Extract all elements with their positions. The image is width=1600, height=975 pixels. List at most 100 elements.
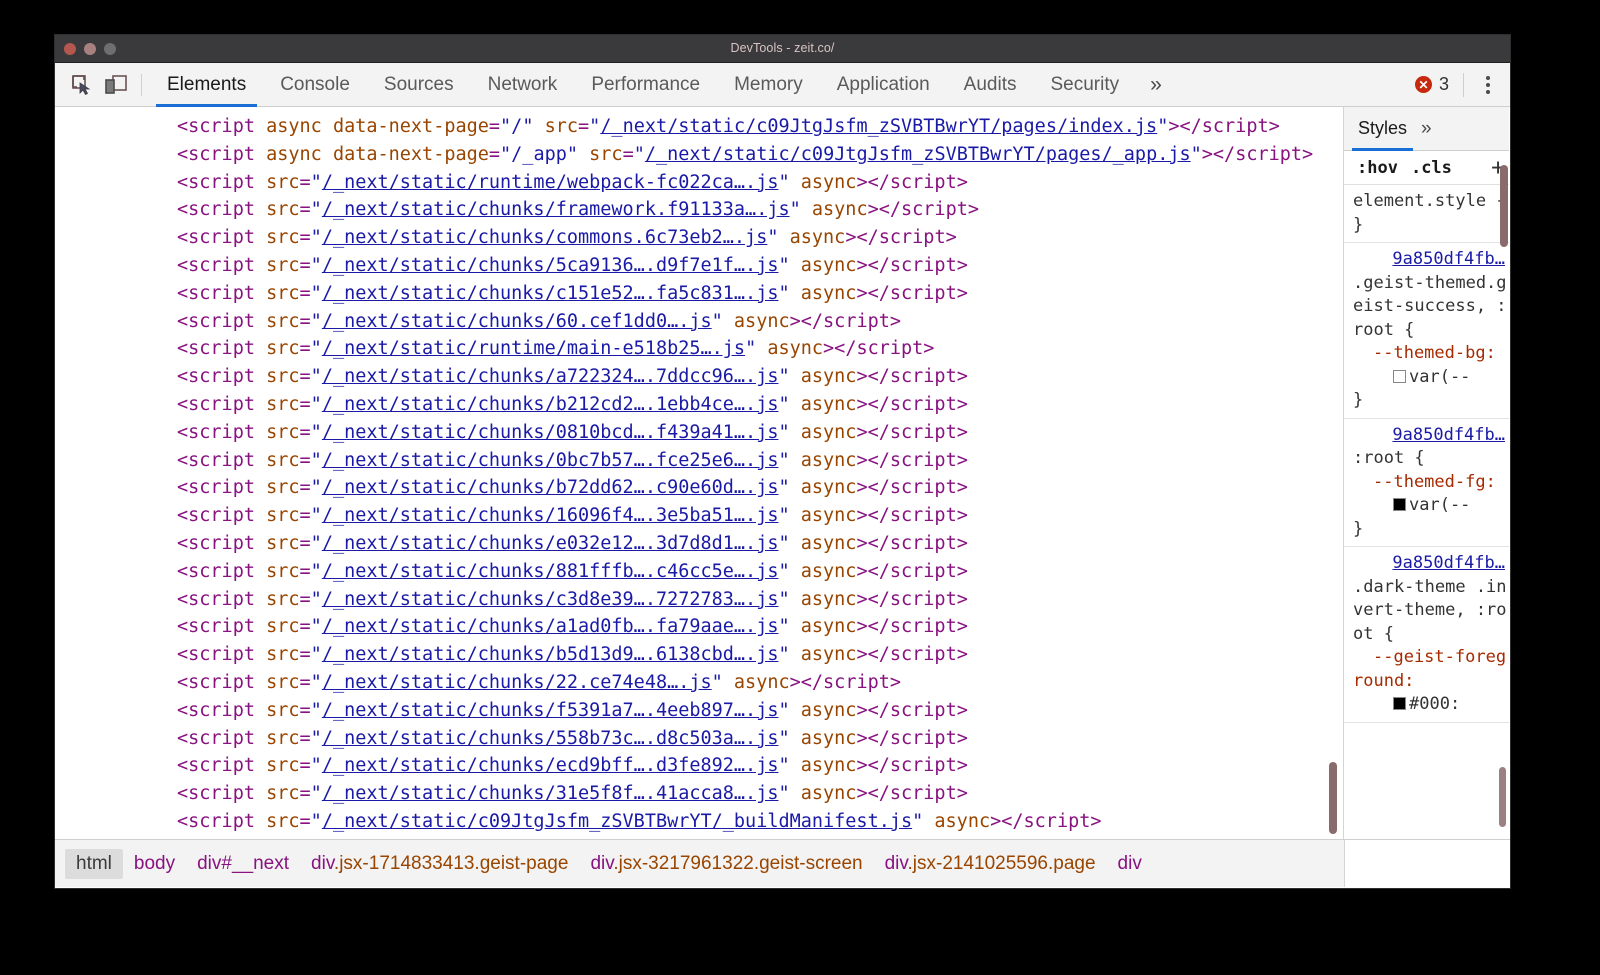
dom-node-script[interactable]: <script src="/_next/static/chunks/22.ce7… xyxy=(55,669,1343,697)
tab-memory[interactable]: Memory xyxy=(717,63,820,107)
dom-node-script[interactable]: <script src="/_next/static/runtime/webpa… xyxy=(55,169,1343,197)
dom-node-script[interactable]: <script src="/_next/static/chunks/f5391a… xyxy=(55,697,1343,725)
dom-node-script[interactable]: <script src="/_next/static/c09JtgJsfm_zS… xyxy=(55,808,1343,836)
window-title: DevTools - zeit.co/ xyxy=(55,41,1510,55)
breadcrumb-item-div[interactable]: div.jsx-1714833413.geist-page xyxy=(300,853,579,875)
css-property-value[interactable]: var(-- xyxy=(1409,495,1470,515)
dom-node-script[interactable]: <script src="/_next/static/chunks/b72dd6… xyxy=(55,474,1343,502)
tab-label: Network xyxy=(488,74,558,96)
toolbar-right-group: ✕ 3 xyxy=(1415,63,1510,107)
dom-node-script[interactable]: <script src="/_next/static/chunks/0bc7b5… xyxy=(55,447,1343,475)
breadcrumb-item-div[interactable]: div.jsx-2141025596.page xyxy=(874,853,1107,875)
dom-node-script[interactable]: <script src="/_next/static/chunks/5ca913… xyxy=(55,252,1343,280)
dom-node-script[interactable]: <script src="/_next/static/chunks/60.cef… xyxy=(55,308,1343,336)
styles-panel[interactable]: Styles » :hov .cls + element.style {}9a8… xyxy=(1343,107,1509,839)
css-source-link[interactable]: 9a850df4fb… xyxy=(1353,552,1509,576)
breadcrumb-item-div[interactable]: div#__next xyxy=(186,853,300,875)
css-rule[interactable]: 9a850df4fb…:root { --themed-fg: var(--} xyxy=(1344,419,1509,548)
dom-node-script[interactable]: <script src="/_next/static/chunks/b5d13d… xyxy=(55,641,1343,669)
styles-scrollbar-secondary[interactable] xyxy=(1499,767,1506,827)
tab-console[interactable]: Console xyxy=(263,63,367,107)
tab-performance[interactable]: Performance xyxy=(574,63,717,107)
screenshot-root: DevTools - zeit.co/ Elements xyxy=(0,0,1600,975)
color-swatch[interactable] xyxy=(1393,697,1406,710)
dom-node-script[interactable]: <script src="/_next/static/chunks/881fff… xyxy=(55,558,1343,586)
dom-node-script[interactable]: <script src="/_next/static/chunks/framew… xyxy=(55,196,1343,224)
kebab-menu-icon[interactable] xyxy=(1478,72,1498,98)
styles-filter-row: :hov .cls + xyxy=(1344,151,1509,185)
hov-toggle[interactable]: :hov xyxy=(1357,158,1398,178)
styles-more-icon[interactable]: » xyxy=(1421,118,1432,140)
dom-node-script[interactable]: <script src="/_next/static/chunks/ecd9bf… xyxy=(55,752,1343,780)
css-selector[interactable]: .dark-theme .invert-theme, :root { xyxy=(1353,577,1507,644)
toolbar-divider xyxy=(141,74,142,96)
tab-label: Security xyxy=(1050,74,1119,96)
css-rule[interactable]: 9a850df4fb….geist-themed.geist-success, … xyxy=(1344,243,1509,419)
css-rules-list: element.style {}9a850df4fb….geist-themed… xyxy=(1344,185,1509,723)
css-close-brace: } xyxy=(1353,390,1363,410)
dom-node-script[interactable]: <script src="/_next/static/chunks/a72232… xyxy=(55,363,1343,391)
css-property-value[interactable]: #000: xyxy=(1409,694,1460,714)
css-property-name[interactable]: --themed-bg: xyxy=(1373,343,1496,363)
tab-label: Memory xyxy=(734,74,803,96)
tab-styles[interactable]: Styles xyxy=(1352,107,1413,151)
error-count: 3 xyxy=(1439,74,1449,95)
color-swatch[interactable] xyxy=(1393,498,1406,511)
dom-tree-panel[interactable]: <script async data-next-page="/" src="/_… xyxy=(55,107,1343,839)
tab-label: Console xyxy=(280,74,350,96)
css-source-link[interactable]: 9a850df4fb… xyxy=(1353,424,1509,448)
dom-node-script[interactable]: <script src="/_next/static/chunks/c151e5… xyxy=(55,280,1343,308)
dom-tree-scrollbar[interactable] xyxy=(1329,762,1337,834)
dom-node-script[interactable]: <script async data-next-page="/" src="/_… xyxy=(55,113,1343,141)
styles-scrollbar[interactable] xyxy=(1500,165,1508,247)
css-close-brace: } xyxy=(1353,519,1363,539)
inspect-element-icon[interactable] xyxy=(65,69,99,101)
dom-node-script[interactable]: <script src="/_next/static/chunks/558b73… xyxy=(55,725,1343,753)
css-selector[interactable]: :root { xyxy=(1353,448,1425,468)
css-property-name[interactable]: --themed-fg: xyxy=(1373,472,1496,492)
dom-node-script[interactable]: <script src="/_next/static/chunks/e032e1… xyxy=(55,530,1343,558)
dom-node-script[interactable]: <script src="/_next/static/chunks/16096f… xyxy=(55,502,1343,530)
devtools-window: DevTools - zeit.co/ Elements xyxy=(55,35,1510,888)
error-counter[interactable]: ✕ 3 xyxy=(1415,74,1449,95)
css-selector[interactable]: .geist-themed.geist-success, :root { xyxy=(1353,273,1507,340)
dom-node-script[interactable]: <script async data-next-page="/_app" src… xyxy=(55,141,1343,169)
breadcrumb-item-div[interactable]: div.jsx-3217961322.geist-screen xyxy=(579,853,873,875)
color-swatch[interactable] xyxy=(1393,370,1406,383)
css-selector[interactable]: element.style { xyxy=(1353,191,1507,211)
styles-tabbar: Styles » xyxy=(1344,107,1509,151)
cls-toggle[interactable]: .cls xyxy=(1411,158,1452,178)
tab-label: Sources xyxy=(384,74,454,96)
error-icon: ✕ xyxy=(1415,76,1432,93)
tab-network[interactable]: Network xyxy=(471,63,575,107)
css-rule[interactable]: 9a850df4fb….dark-theme .invert-theme, :r… xyxy=(1344,547,1509,723)
window-titlebar: DevTools - zeit.co/ xyxy=(55,35,1510,63)
tab-label: Elements xyxy=(167,74,246,96)
dom-node-script[interactable]: <script src="/_next/static/chunks/c3d8e3… xyxy=(55,586,1343,614)
more-tabs-icon[interactable]: » xyxy=(1136,63,1176,107)
dom-node-script[interactable]: <script src="/_next/static/chunks/a1ad0f… xyxy=(55,613,1343,641)
device-toolbar-icon[interactable] xyxy=(99,69,133,101)
dom-node-script[interactable]: <script src="/_next/static/chunks/0810bc… xyxy=(55,419,1343,447)
dom-tree-lines: <script async data-next-page="/" src="/_… xyxy=(55,107,1343,836)
css-rule[interactable]: element.style {} xyxy=(1344,185,1509,243)
dom-node-script[interactable]: <script src="/_next/static/runtime/main-… xyxy=(55,335,1343,363)
dom-node-script[interactable]: <script src="/_next/static/chunks/common… xyxy=(55,224,1343,252)
tab-security[interactable]: Security xyxy=(1033,63,1136,107)
tab-label: Audits xyxy=(964,74,1017,96)
breadcrumb-item-div[interactable]: div xyxy=(1107,853,1153,875)
css-property-name[interactable]: --geist-foreground: xyxy=(1353,647,1506,691)
breadcrumb-items: htmlbodydiv#__nextdiv.jsx-1714833413.gei… xyxy=(65,849,1153,879)
css-property-value[interactable]: var(-- xyxy=(1409,367,1470,387)
dom-node-script[interactable]: <script src="/_next/static/chunks/31e5f8… xyxy=(55,780,1343,808)
breadcrumb: htmlbodydiv#__nextdiv.jsx-1714833413.gei… xyxy=(55,839,1510,887)
breadcrumb-item-body[interactable]: body xyxy=(123,853,186,875)
tab-sources[interactable]: Sources xyxy=(367,63,471,107)
toolbar-divider xyxy=(1463,73,1464,97)
tab-audits[interactable]: Audits xyxy=(947,63,1034,107)
breadcrumb-item-html[interactable]: html xyxy=(65,849,123,879)
dom-node-script[interactable]: <script src="/_next/static/chunks/b212cd… xyxy=(55,391,1343,419)
tab-application[interactable]: Application xyxy=(820,63,947,107)
css-source-link[interactable]: 9a850df4fb… xyxy=(1353,248,1509,272)
tab-elements[interactable]: Elements xyxy=(150,63,263,107)
